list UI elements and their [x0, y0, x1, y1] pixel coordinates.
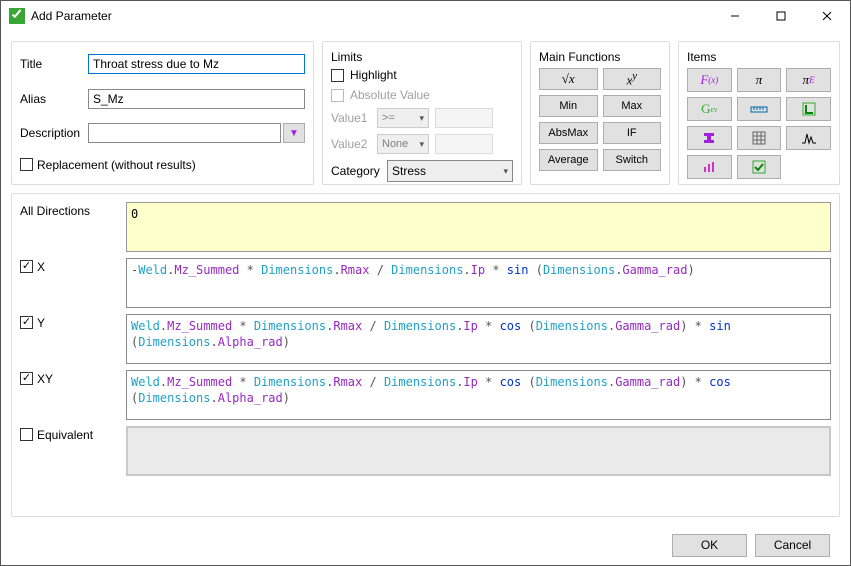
- maximize-button[interactable]: [758, 1, 804, 31]
- all-directions-formula[interactable]: 0: [126, 202, 831, 252]
- functions-panel: Main Functions √x xy Min Max AbsMax IF A…: [530, 41, 670, 185]
- replacement-label: Replacement (without results): [37, 158, 196, 172]
- all-directions-label: All Directions: [20, 204, 90, 218]
- l-item-icon[interactable]: [786, 97, 831, 121]
- peak-item-icon[interactable]: [786, 126, 831, 150]
- xy-label: XY: [37, 372, 53, 386]
- bar-item-icon[interactable]: [687, 155, 732, 179]
- switch-button[interactable]: Switch: [603, 149, 662, 171]
- sqrt-button[interactable]: √x: [539, 68, 598, 90]
- value2-input: [435, 134, 493, 154]
- ok-button[interactable]: OK: [672, 534, 747, 557]
- check-item-icon[interactable]: [737, 155, 782, 179]
- value2-op-select: None▾: [377, 134, 429, 154]
- category-select[interactable]: Stress▾: [387, 160, 513, 182]
- sigma-item-icon[interactable]: Gεν: [687, 97, 732, 121]
- x-checkbox[interactable]: [20, 260, 33, 273]
- close-button[interactable]: [804, 1, 850, 31]
- x-label: X: [37, 260, 45, 274]
- description-label: Description: [20, 126, 80, 140]
- title-label: Title: [20, 57, 80, 71]
- info-panel: Title Alias Description ▼ Replacement (w…: [11, 41, 314, 185]
- value2-label: Value2: [331, 137, 371, 151]
- equivalent-label: Equivalent: [37, 428, 93, 442]
- ibeam-item-icon[interactable]: [687, 126, 732, 150]
- absmax-button[interactable]: AbsMax: [539, 122, 598, 144]
- ruler-item-icon[interactable]: [737, 97, 782, 121]
- value1-label: Value1: [331, 111, 371, 125]
- category-label: Category: [331, 164, 381, 178]
- items-panel: Items F(x) π πE Gεν: [678, 41, 840, 185]
- max-button[interactable]: Max: [603, 95, 662, 117]
- highlight-checkbox[interactable]: [331, 69, 344, 82]
- pie-item-icon[interactable]: πE: [786, 68, 831, 92]
- value1-input: [435, 108, 493, 128]
- power-button[interactable]: xy: [603, 68, 662, 90]
- replacement-checkbox[interactable]: [20, 158, 33, 171]
- pi-item-icon[interactable]: π: [737, 68, 782, 92]
- highlight-label: Highlight: [350, 68, 397, 82]
- limits-title: Limits: [331, 50, 513, 64]
- window-title: Add Parameter: [31, 9, 712, 23]
- app-icon: [9, 8, 25, 24]
- title-input[interactable]: [88, 54, 305, 74]
- y-label: Y: [37, 316, 45, 330]
- description-expand-button[interactable]: ▼: [283, 123, 305, 143]
- description-input[interactable]: [88, 123, 281, 143]
- average-button[interactable]: Average: [539, 149, 598, 171]
- absolute-checkbox: [331, 89, 344, 102]
- x-formula[interactable]: -Weld.Mz_Summed * Dimensions.Rmax / Dime…: [126, 258, 831, 308]
- xy-checkbox[interactable]: [20, 372, 33, 385]
- functions-title: Main Functions: [539, 50, 661, 64]
- fx-item-icon[interactable]: F(x): [687, 68, 732, 92]
- alias-label: Alias: [20, 92, 80, 106]
- if-button[interactable]: IF: [603, 122, 662, 144]
- grid-item-icon[interactable]: [737, 126, 782, 150]
- limits-panel: Limits Highlight Absolute Value Value1 >…: [322, 41, 522, 185]
- y-checkbox[interactable]: [20, 316, 33, 329]
- value1-op-select: >=▾: [377, 108, 429, 128]
- titlebar: Add Parameter: [1, 1, 850, 31]
- items-title: Items: [687, 50, 831, 64]
- cancel-button[interactable]: Cancel: [755, 534, 830, 557]
- min-button[interactable]: Min: [539, 95, 598, 117]
- xy-formula[interactable]: Weld.Mz_Summed * Dimensions.Rmax / Dimen…: [126, 370, 831, 420]
- minimize-button[interactable]: [712, 1, 758, 31]
- alias-input[interactable]: [88, 89, 305, 109]
- equivalent-checkbox[interactable]: [20, 428, 33, 441]
- absolute-label: Absolute Value: [350, 88, 430, 102]
- formulas-panel: All Directions 0 X -Weld.Mz_Summed * Dim…: [11, 193, 840, 517]
- equivalent-formula: [126, 426, 831, 476]
- y-formula[interactable]: Weld.Mz_Summed * Dimensions.Rmax / Dimen…: [126, 314, 831, 364]
